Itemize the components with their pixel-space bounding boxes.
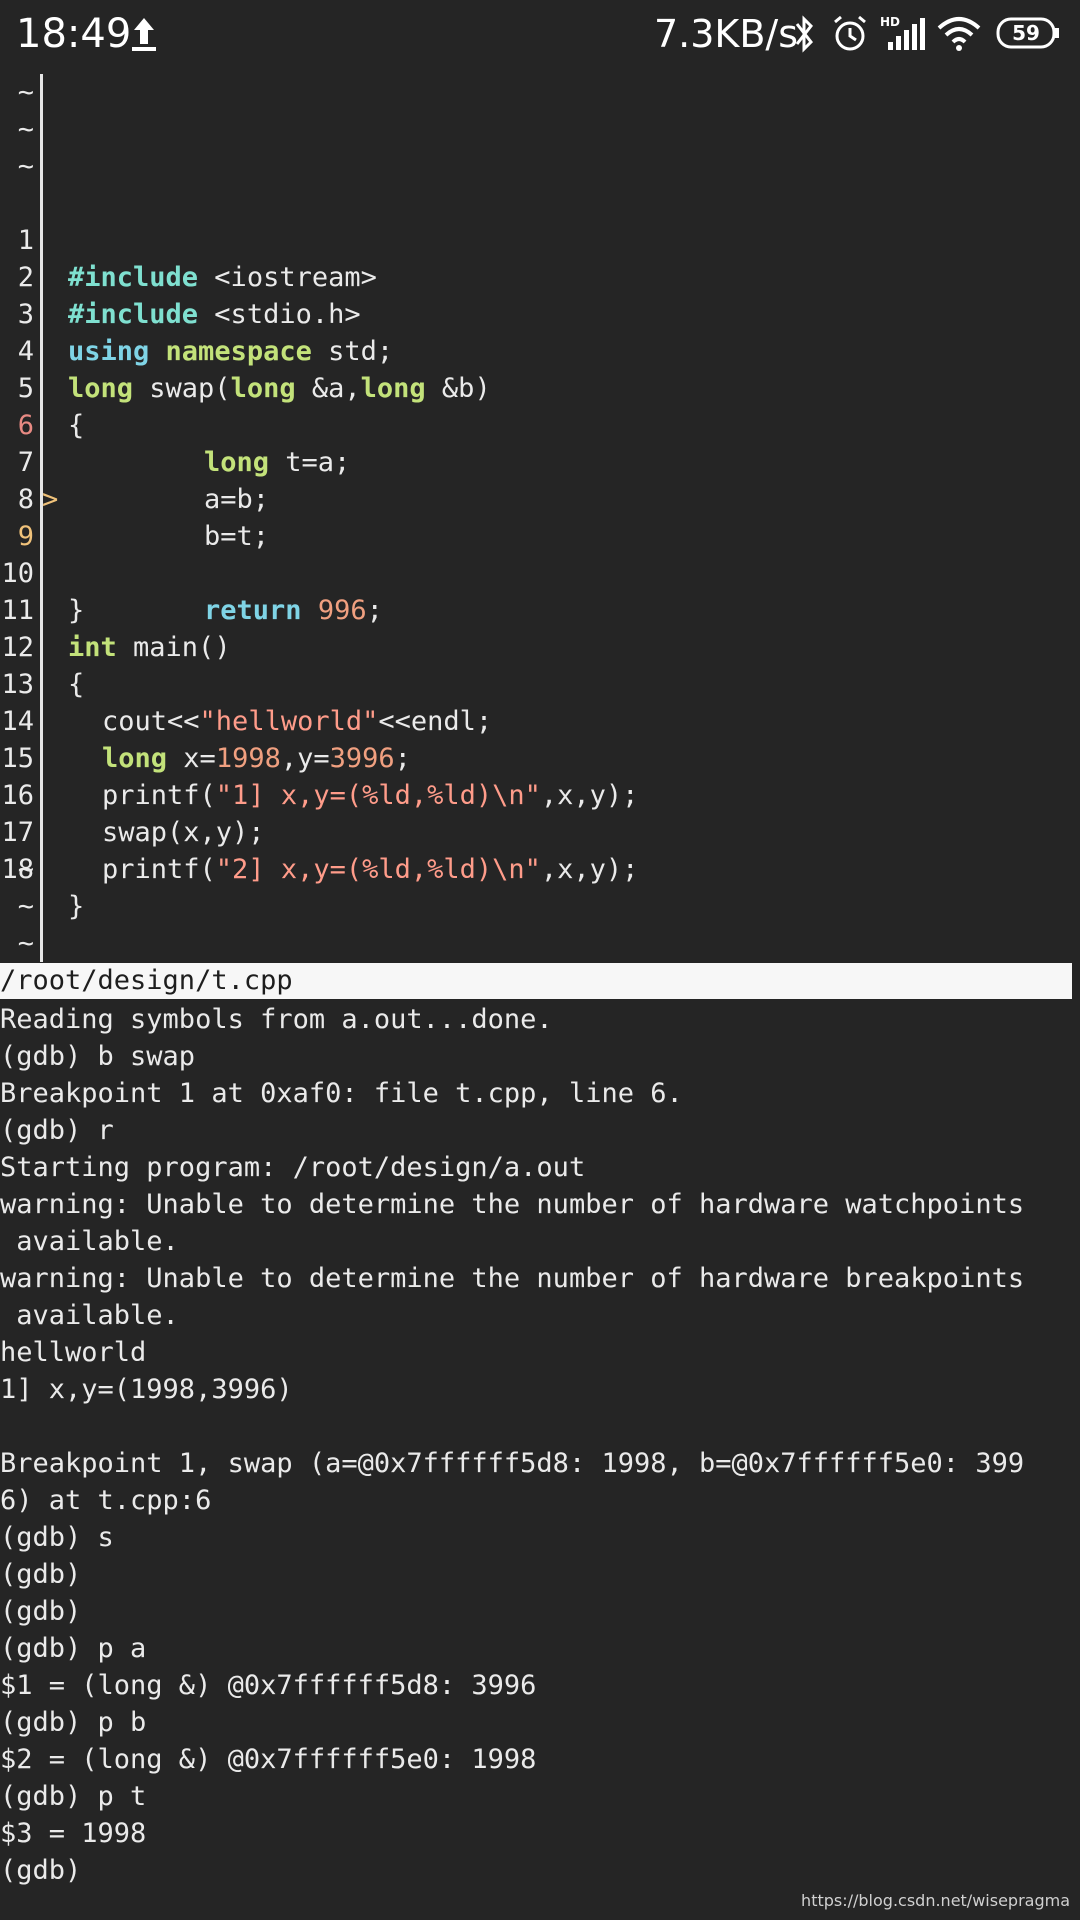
code-line[interactable]: 18 } [0,814,1080,922]
clock: 18:49 [16,11,132,57]
gdb-output-line: Breakpoint 1, swap (a=@0x7ffffff5d8: 199… [0,1448,1025,1479]
gdb-command-line: (gdb) b swap [0,1041,196,1072]
code-line[interactable]: 10 } [0,518,1080,626]
gdb-output-line: Reading symbols from a.out...done. [0,1004,553,1035]
code-line-current[interactable]: 9 > return 996; [0,481,1080,626]
code-line[interactable]: 14 long x=1998,y=3996; [0,666,1080,774]
gdb-prompt-line: (gdb) [0,1559,82,1590]
code-line[interactable]: 5 { [0,333,1080,441]
gdb-output-line: Starting program: /root/design/a.out [0,1152,586,1183]
gdb-output-line: hellworld [0,1337,147,1368]
gdb-input-prompt[interactable]: (gdb) [0,1852,1080,1889]
gdb-command-line: (gdb) p b [0,1707,147,1738]
code-line[interactable]: 4 long swap(long &a,long &b) [0,296,1080,404]
code-line[interactable]: 6 long t=a; [0,370,1080,478]
gdb-output-line: warning: Unable to determine the number … [0,1263,1025,1294]
gdb-output-line: 6) at t.cpp:6 [0,1485,212,1516]
gdb-output-line: available. [0,1226,179,1257]
gdb-output-line: Breakpoint 1 at 0xaf0: file t.cpp, line … [0,1078,683,1109]
vim-editor[interactable]: ~ ~ ~ 1 #include <iostream> 2 #include <… [0,74,1080,962]
empty-line: ~ [17,891,34,922]
empty-line: ~ [17,151,34,182]
battery-level: 59 [1012,21,1040,45]
gdb-command-line: (gdb) s [0,1522,114,1553]
gdb-output-line: $2 = (long &) @0x7ffffff5e0: 1998 [0,1744,537,1775]
gdb-output-line: 1] x,y=(1998,3996) [0,1374,293,1405]
current-line-arrow-icon: > [42,484,59,515]
empty-line: ~ [17,114,34,145]
code-line[interactable]: 13 cout<<"hellworld"<<endl; [0,629,1080,737]
gdb-command-line: (gdb) r [0,1115,114,1146]
alarm-icon [834,15,866,51]
gdb-output-line: available. [0,1300,179,1331]
gdb-command-line: (gdb) p t [0,1781,147,1812]
gdb-command-line: (gdb) p a [0,1633,147,1664]
code-line[interactable]: 16 swap(x,y); [0,740,1080,848]
code-line[interactable]: 3 using namespace std; [0,259,1080,367]
empty-line: ~ [17,854,34,885]
file-path-bar: /root/design/t.cpp [0,963,1072,999]
svg-text:HD: HD [880,15,900,29]
code-line[interactable]: 11 int main() [0,555,1080,663]
code-line[interactable]: 17 printf("2] x,y=(%ld,%ld)\n",x,y); [0,777,1080,885]
bluetooth-icon [795,15,813,53]
gdb-output-line: warning: Unable to determine the number … [0,1189,1025,1220]
hd-signal-icon: HD [880,15,925,50]
code-line[interactable]: 15 printf("1] x,y=(%ld,%ld)\n",x,y); [0,703,1080,811]
network-speed: 7.3KB/s [654,12,799,56]
battery-icon: 59 [996,17,1060,49]
wifi-icon [937,17,981,51]
upload-icon [132,18,156,51]
watermark: https://blog.csdn.net/wisepragma [801,1891,1070,1910]
empty-line: ~ [17,928,34,959]
code-line[interactable]: 1 #include <iostream> [0,185,1080,293]
empty-line: ~ [17,77,34,108]
code-line[interactable]: 2 #include <stdio.h> [0,222,1080,330]
gdb-output-line [0,1408,1080,1445]
status-bar: 18:49 7.3KB/s HD 59 [0,0,1080,68]
gdb-output-line: $3 = 1998 [0,1818,147,1849]
code-line[interactable]: 7 a=b; [0,407,1080,515]
code-line[interactable]: 8 b=t; [0,444,1080,552]
gdb-output-line: $1 = (long &) @0x7ffffff5d8: 3996 [0,1670,537,1701]
gdb-prompt-line: (gdb) [0,1596,82,1627]
code-line[interactable]: 12 { [0,592,1080,700]
gdb-console[interactable]: Reading symbols from a.out...done. (gdb)… [0,1001,1080,1889]
